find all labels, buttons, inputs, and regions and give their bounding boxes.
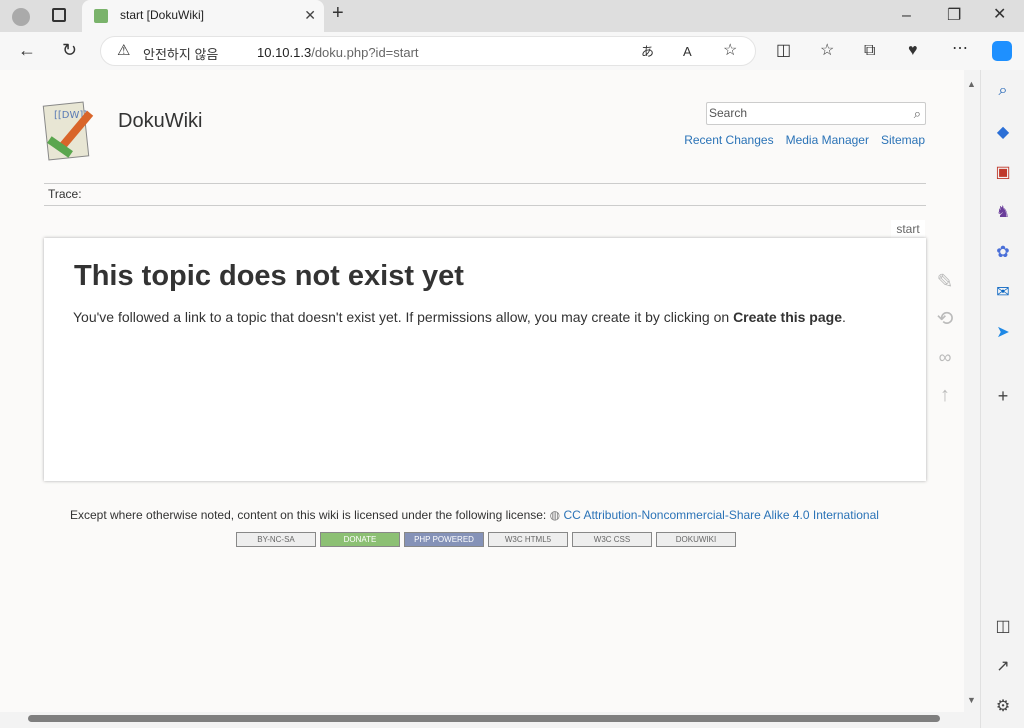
outlook-icon[interactable]: ✉ [992,282,1014,304]
badge-dokuwiki[interactable]: DOKUWIKI [656,532,736,547]
page-id: start [891,220,925,239]
collections-icon[interactable]: ⧉ [864,43,875,59]
sitemap-link[interactable]: Sitemap [881,133,925,147]
site-tools: Recent Changes Media Manager Sitemap [684,133,925,147]
copilot-icon[interactable] [992,41,1012,61]
vertical-scrollbar[interactable]: ▲ ▼ [964,70,980,712]
license-text: Except where otherwise noted, content on… [70,508,547,522]
translate-icon[interactable]: あ [641,44,654,60]
divider [44,205,926,206]
favorites-icon[interactable]: ☆ [820,43,834,59]
back-to-top-icon[interactable]: ↑ [935,385,955,407]
horizontal-scroll-thumb[interactable] [28,715,940,722]
scroll-down-icon[interactable]: ▼ [967,692,976,708]
more-menu-icon[interactable]: ⋯ [952,41,968,57]
browser-toolbar: ← ↻ ⚠ 안전하지 않음 10.10.1.3/doku.php?id=star… [0,32,1024,70]
search-input[interactable]: Search ⌕ [706,102,926,125]
add-icon[interactable]: + [992,386,1014,408]
wiki-title[interactable]: DokuWiki [118,110,202,133]
media-manager-link[interactable]: Media Manager [786,133,869,147]
license-footer: Except where otherwise noted, content on… [70,508,879,522]
edge-sidebar: ⌕ ◆ ▣ ♞ ✿ ✉ ➤ + ◫ ↗ ⚙ [980,70,1024,728]
trace-label: Trace: [48,187,82,201]
page-message: You've followed a link to a topic that d… [73,309,846,325]
create-page-pencil-icon[interactable]: ✎ [935,272,955,294]
tab-actions-icon[interactable] [52,8,66,22]
web-page: [[DW]] DokuWiki Search ⌕ Recent Changes … [0,70,964,712]
recent-changes-link[interactable]: Recent Changes [684,133,773,147]
close-window-icon[interactable]: ✕ [993,7,1006,23]
scroll-up-icon[interactable]: ▲ [967,76,976,92]
open-external-icon[interactable]: ↗ [992,656,1014,678]
globe-icon: ◍ [549,508,561,522]
badge-donate[interactable]: DONATE [320,532,400,547]
drop-icon[interactable]: ➤ [992,322,1014,344]
tab-close-icon[interactable]: ✕ [304,7,316,24]
search-sidebar-icon[interactable]: ⌕ [992,82,1014,104]
license-link[interactable]: CC Attribution-Noncommercial-Share Alike… [563,508,878,522]
create-page-text: Create this page [733,309,842,325]
copilot-sidebar-icon[interactable]: ✿ [992,242,1014,264]
badge-css[interactable]: W3C CSS [572,532,652,547]
new-tab-icon[interactable]: + [332,3,344,23]
read-aloud-icon[interactable]: A [683,44,692,60]
games-icon[interactable]: ♞ [992,202,1014,224]
url-text: 10.10.1.3/doku.php?id=start [257,45,419,60]
page-content: This topic does not exist yet You've fol… [44,238,926,481]
title-bar: start [DokuWiki] ✕ + – ❐ ✕ [0,0,1024,32]
badge-cc[interactable]: BY-NC-SA [236,532,316,547]
backlinks-icon[interactable]: ∞ [935,348,955,369]
dokuwiki-favicon-icon [94,9,108,23]
sidebar-toggle-icon[interactable]: ◫ [992,616,1014,638]
shopping-icon[interactable]: ◆ [992,122,1014,144]
search-placeholder: Search [709,106,748,120]
divider [44,183,926,184]
restore-icon[interactable]: ❐ [947,8,961,24]
favorite-star-icon[interactable]: ☆ [723,43,737,59]
old-revisions-icon[interactable]: ⟲ [935,309,955,331]
footer-badges: BY-NC-SA DONATE PHP POWERED W3C HTML5 W3… [236,532,736,547]
refresh-icon[interactable]: ↻ [62,41,77,59]
dokuwiki-logo[interactable]: [[DW]] [42,98,110,162]
security-label: 안전하지 않음 [143,47,219,62]
back-icon[interactable]: ← [18,41,36,59]
extensions-icon[interactable]: ♥ [908,43,918,59]
address-bar[interactable]: ⚠ 안전하지 않음 10.10.1.3/doku.php?id=start あ … [100,36,756,66]
badge-html5[interactable]: W3C HTML5 [488,532,568,547]
page-heading: This topic does not exist yet [74,260,464,292]
active-tab[interactable]: start [DokuWiki] ✕ [82,0,324,32]
minimize-icon[interactable]: – [902,8,911,24]
settings-gear-icon[interactable]: ⚙ [992,696,1014,718]
horizontal-scrollbar[interactable] [0,712,964,726]
split-screen-icon[interactable]: ◫ [776,43,791,59]
badge-php[interactable]: PHP POWERED [404,532,484,547]
tools-icon[interactable]: ▣ [992,162,1014,184]
search-icon[interactable]: ⌕ [914,106,921,122]
tab-title: start [DokuWiki] [120,8,205,22]
profile-icon[interactable] [12,8,30,26]
warning-icon: ⚠ [117,42,131,59]
